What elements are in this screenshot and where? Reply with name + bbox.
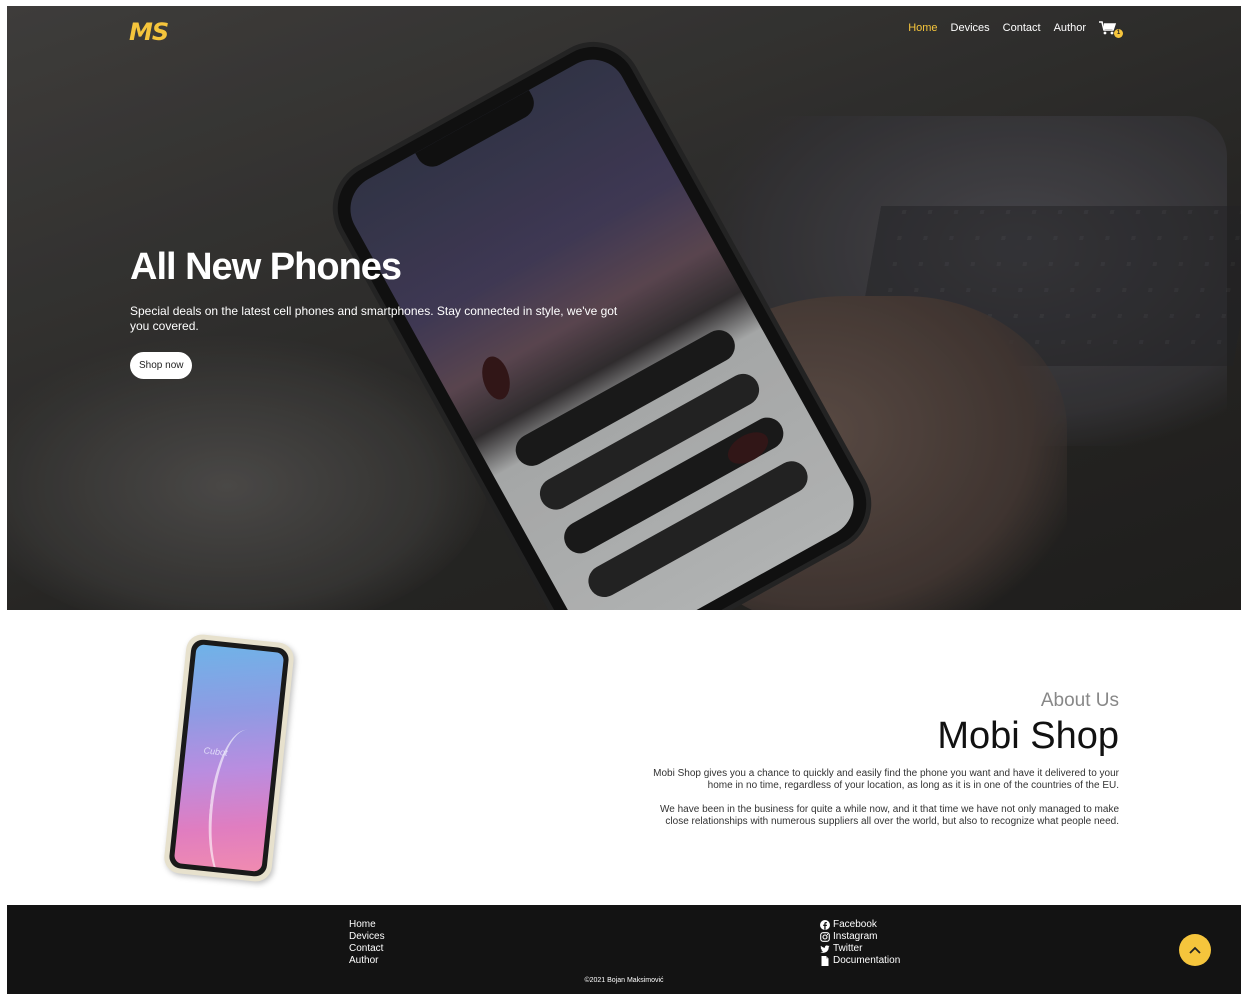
cart-count-badge: 1 [1114, 29, 1123, 38]
hero-description: Special deals on the latest cell phones … [130, 304, 618, 333]
document-icon [821, 956, 829, 966]
footer-link-twitter[interactable]: Twitter [820, 943, 900, 955]
about-title: Mobi Shop [937, 715, 1119, 757]
footer-link-devices[interactable]: Devices [349, 931, 385, 943]
instagram-icon [820, 932, 830, 942]
scroll-to-top-button[interactable] [1179, 934, 1211, 966]
footer-link-contact[interactable]: Contact [349, 943, 385, 955]
instagram-label: Instagram [833, 931, 878, 942]
about-paragraph-1: Mobi Shop gives you a chance to quickly … [653, 768, 1119, 791]
shop-now-button[interactable]: Shop now [130, 352, 193, 379]
about-section: Cubot About Us Mobi Shop Mobi Shop gives… [7, 610, 1241, 905]
product-phone-image: Cubot [162, 633, 296, 883]
about-content: About Us Mobi Shop Mobi Shop gives you a… [639, 690, 1119, 828]
footer: Home Devices Contact Author Facebook Ins… [7, 905, 1241, 994]
twitter-label: Twitter [833, 943, 863, 954]
hero-section: MS Home Devices Contact Author 1 All New… [7, 6, 1241, 610]
hero-title: All New Phones [130, 246, 402, 288]
nav-item-contact[interactable]: Contact [1003, 22, 1041, 34]
about-paragraph-2: We have been in the business for quite a… [660, 804, 1119, 827]
footer-link-documentation[interactable]: Documentation [820, 955, 900, 967]
footer-link-home[interactable]: Home [349, 919, 385, 931]
facebook-label: Facebook [833, 919, 877, 930]
nav-item-home[interactable]: Home [908, 22, 937, 34]
nav-item-devices[interactable]: Devices [951, 22, 990, 34]
footer-link-instagram[interactable]: Instagram [820, 931, 900, 943]
copyright: ©2021 Bojan Maksimović [584, 977, 664, 984]
footer-link-facebook[interactable]: Facebook [820, 919, 900, 931]
chevron-up-icon [1189, 946, 1201, 954]
documentation-label: Documentation [833, 955, 901, 966]
footer-social: Facebook Instagram Twitter Documentation [820, 919, 900, 967]
facebook-icon [820, 920, 830, 930]
logo[interactable]: MS [129, 18, 169, 46]
twitter-icon [820, 945, 830, 953]
nav-menu: Home Devices Contact Author 1 [908, 21, 1123, 38]
footer-link-author[interactable]: Author [349, 955, 385, 967]
about-subtitle: About Us [1040, 690, 1119, 711]
footer-nav: Home Devices Contact Author [349, 919, 385, 967]
nav-item-author[interactable]: Author [1054, 22, 1086, 34]
hero-content: All New Phones Special deals on the late… [130, 244, 650, 379]
cart-icon[interactable]: 1 [1099, 21, 1123, 38]
navbar: MS Home Devices Contact Author 1 [7, 6, 1241, 54]
